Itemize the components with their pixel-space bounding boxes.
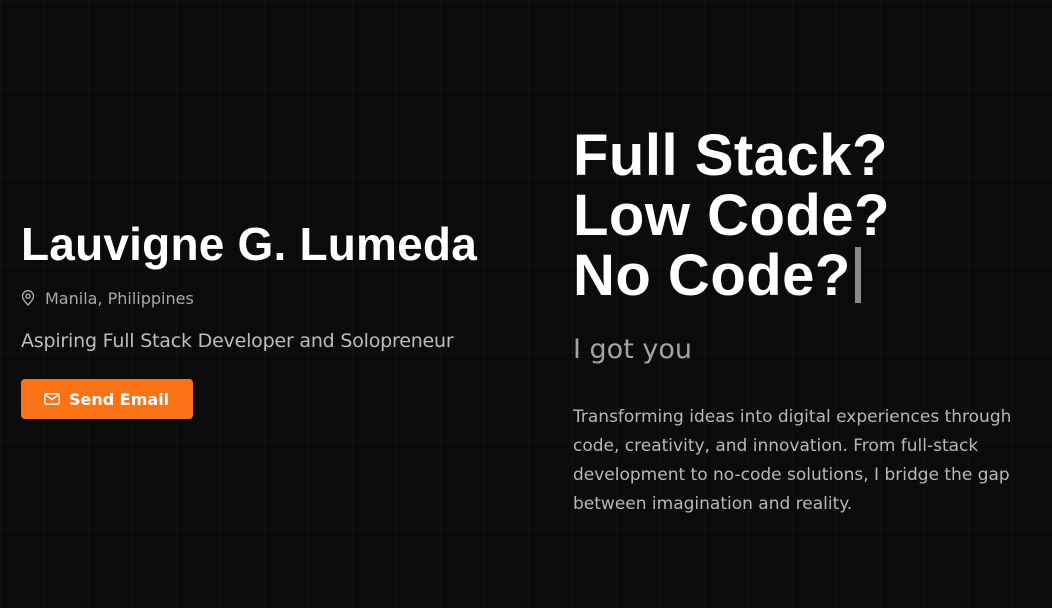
send-email-button[interactable]: Send Email (21, 379, 194, 419)
location-text: Manila, Philippines (45, 288, 194, 308)
hero-subheading: I got you (573, 334, 692, 365)
hero-section: Full Stack? Low Code? No Code? I got you… (573, 126, 1033, 519)
headline-line-3-text: No Code? (573, 243, 851, 308)
headline-line-2-text: Low Code? (573, 183, 891, 248)
location-row: Manila, Philippines (21, 288, 521, 308)
typing-cursor (854, 247, 861, 303)
headline-line-1: Full Stack? (573, 123, 888, 188)
hero-headline: Full Stack? Low Code? No Code? (573, 126, 1033, 306)
headline-line-2: Low Code? (573, 186, 1033, 246)
send-email-label: Send Email (69, 389, 170, 409)
map-pin-icon (21, 290, 35, 306)
headline-line-3: No Code? (573, 246, 1033, 306)
profile-section: Lauvigne G. Lumeda Manila, Philippines A… (21, 218, 521, 419)
hero-description: Transforming ideas into digital experien… (573, 407, 1012, 514)
mail-icon (44, 393, 60, 405)
profile-name: Lauvigne G. Lumeda (21, 218, 478, 270)
profile-tagline: Aspiring Full Stack Developer and Solopr… (21, 330, 454, 352)
